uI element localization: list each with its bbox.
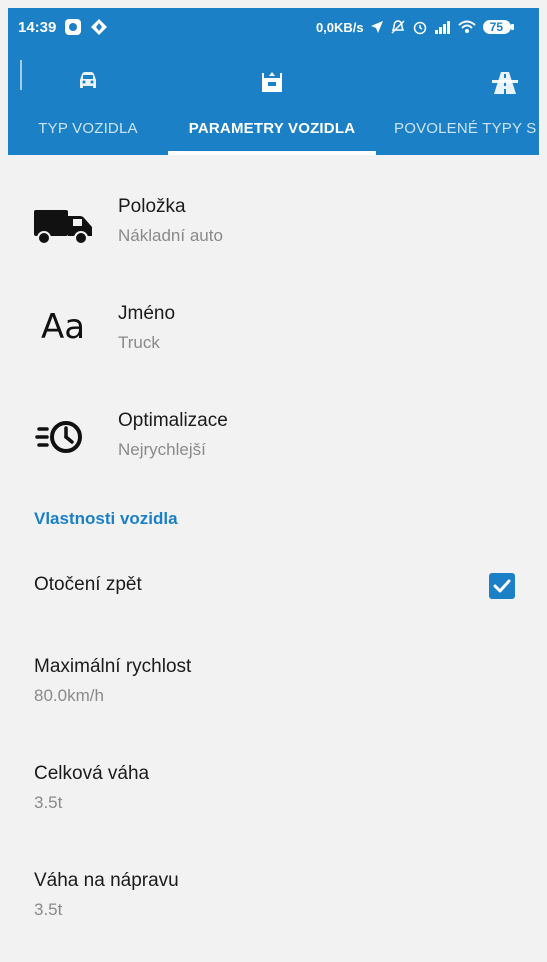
navigation-notification-icon xyxy=(90,18,108,36)
setting-value: 3.5t xyxy=(34,900,63,919)
list-item-item-type[interactable]: Položka Nákladní auto xyxy=(8,195,539,265)
setting-value: 80.0km/h xyxy=(34,686,104,705)
mute-icon xyxy=(390,19,406,35)
tab-allowed-types[interactable]: POVOLENÉ TYPY S xyxy=(388,46,539,155)
battery-level: 75 xyxy=(489,20,503,34)
wifi-icon xyxy=(457,20,476,34)
fast-clock-icon xyxy=(28,412,98,462)
list-item-text: Položka Nákladní auto xyxy=(118,195,223,247)
section-header-vehicle-properties: Vlastnosti vozidla xyxy=(34,509,178,528)
setting-total-weight[interactable]: Celková váha 3.5t xyxy=(8,752,539,822)
setting-turnback[interactable]: Otočení zpět xyxy=(8,559,539,619)
checkmark-icon xyxy=(493,579,511,593)
text-format-glyph: Aa xyxy=(40,307,86,347)
signal-icon xyxy=(434,20,452,34)
setting-text: Maximální rychlost 80.0km/h xyxy=(34,655,191,707)
app-frame: 14:39 0,0KB/s 75 TYP VOZIDLA PARAMETRY V… xyxy=(8,8,539,962)
list-item-value: Nejrychlejší xyxy=(118,440,206,459)
setting-title: Otočení zpět xyxy=(34,574,142,595)
list-item-text: Optimalizace Nejrychlejší xyxy=(118,409,228,461)
turnback-checkbox[interactable] xyxy=(489,573,515,599)
tab-bar: TYP VOZIDLA PARAMETRY VOZIDLA POVOLENÉ T… xyxy=(8,46,539,155)
network-speed: 0,0KB/s xyxy=(315,19,364,35)
setting-text: Váha na nápravu 3.5t xyxy=(34,869,179,921)
setting-title: Váha na nápravu xyxy=(34,870,179,891)
list-item-text: Jméno Truck xyxy=(118,302,175,354)
list-item-value: Nákladní auto xyxy=(118,226,223,245)
alarm-icon xyxy=(412,19,428,35)
tab-label: PARAMETRY VOZIDLA xyxy=(188,120,356,137)
location-arrow-icon xyxy=(370,20,384,34)
setting-max-speed[interactable]: Maximální rychlost 80.0km/h xyxy=(8,645,539,715)
setting-title: Maximální rychlost xyxy=(34,656,192,677)
truck-icon xyxy=(28,199,98,249)
tab-label: POVOLENÉ TYPY S xyxy=(394,120,537,137)
vehicle-parameters-icon xyxy=(259,70,285,101)
app-notification-icon xyxy=(64,18,82,36)
status-bar: 14:39 0,0KB/s 75 xyxy=(8,8,539,46)
battery-icon: 75 xyxy=(482,19,529,35)
list-item-title: Jméno xyxy=(118,303,176,324)
setting-title: Celková váha xyxy=(34,763,150,784)
status-right: 0,0KB/s 75 xyxy=(316,19,539,35)
vehicle-parameters-list: Položka Nákladní auto Aa Jméno Truck Opt… xyxy=(8,155,539,962)
setting-text: Celková váha 3.5t xyxy=(34,762,149,814)
tab-label: TYP VOZIDLA xyxy=(38,120,138,137)
list-item-title: Položka xyxy=(118,196,186,217)
list-item-title: Optimalizace xyxy=(118,410,228,431)
list-item-optimization[interactable]: Optimalizace Nejrychlejší xyxy=(8,409,539,479)
text-format-icon: Aa xyxy=(28,302,98,352)
tab-vehicle-parameters[interactable]: PARAMETRY VOZIDLA xyxy=(168,46,376,155)
setting-axle-weight[interactable]: Váha na nápravu 3.5t xyxy=(8,859,539,929)
list-item-name[interactable]: Aa Jméno Truck xyxy=(8,302,539,372)
setting-text: Otočení zpět xyxy=(34,573,142,597)
setting-value: 3.5t xyxy=(34,793,63,812)
app-header: 14:39 0,0KB/s 75 TYP VOZIDLA PARAMETRY V… xyxy=(8,8,539,155)
list-item-value: Truck xyxy=(118,333,160,352)
tab-vehicle-type[interactable]: TYP VOZIDLA xyxy=(8,46,168,155)
highway-icon xyxy=(492,70,518,101)
car-icon xyxy=(76,70,100,97)
status-left: 14:39 xyxy=(8,18,108,36)
status-time: 14:39 xyxy=(18,18,57,36)
